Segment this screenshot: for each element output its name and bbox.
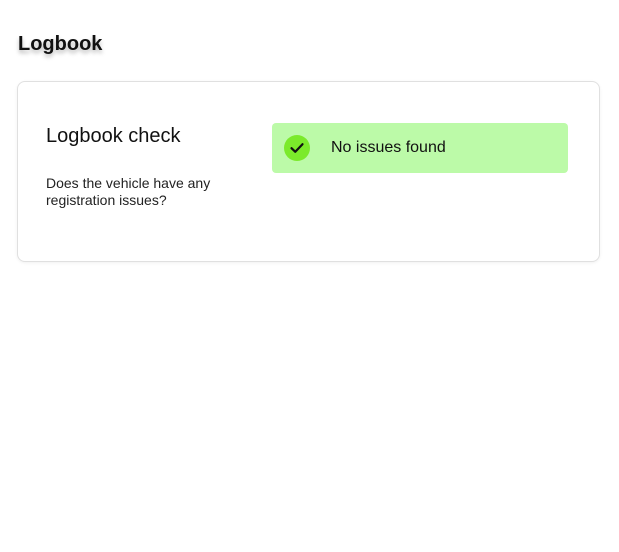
card-question: Does the vehicle have any registration i… [46,175,211,208]
card-heading: Logbook check [46,125,181,147]
check-circle-icon [284,135,310,161]
page-title: Logbook [18,33,103,55]
status-label: No issues found [331,139,446,156]
logbook-check-card: Logbook check Does the vehicle have any … [17,81,600,262]
status-banner: No issues found [272,123,568,173]
page: Logbook Logbook check Does the vehicle h… [0,0,619,552]
